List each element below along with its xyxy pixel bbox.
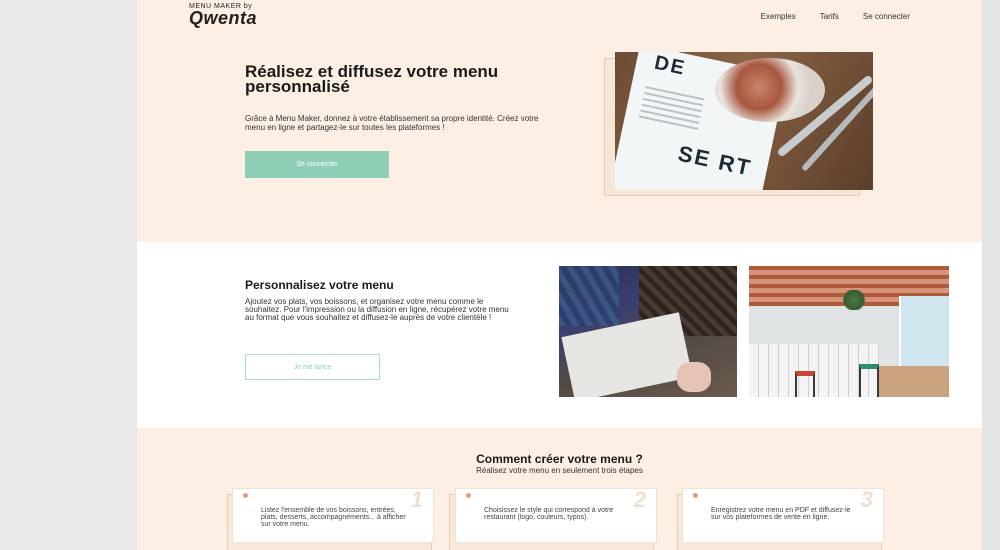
step-2-dot (466, 493, 471, 498)
step-card-3: 3 Enregistrez votre menu en PDF et diffu… (682, 487, 884, 543)
landing-page: MENU MAKER by Qwenta Exemples Tarifs Se … (137, 0, 982, 550)
steps-title: Comment créer votre menu ? (476, 452, 643, 466)
step-3-number: 3 (860, 487, 873, 512)
step-1-number: 1 (410, 487, 423, 512)
logo-wordmark: Qwenta (189, 8, 258, 28)
step-2-text: Choisissez le style qui correspond à vot… (484, 507, 614, 521)
main-nav: Exemples Tarifs Se connecter (761, 12, 910, 21)
photo-menu-word-bottom: SE RT (675, 140, 755, 181)
photo-menu-word-top: DE (652, 52, 689, 80)
hero-title: Réalisez et diffusez votre menu personna… (245, 62, 499, 96)
restaurant-interior-photo (749, 266, 949, 397)
nav-se-connecter[interactable]: Se connecter (863, 12, 910, 21)
step-3-dot (693, 493, 698, 498)
step-card-1: 1 Listez l'ensemble de vos boissons, ent… (232, 487, 434, 543)
step-2-number: 2 (633, 487, 646, 512)
left-gutter (0, 0, 137, 550)
nav-tarifs[interactable]: Tarifs (820, 12, 839, 21)
waiter-menu-photo (559, 266, 737, 397)
hero-description: Grâce à Menu Maker, donnez à votre établ… (245, 114, 539, 132)
nav-exemples[interactable]: Exemples (761, 12, 796, 21)
step-1-dot (243, 493, 248, 498)
get-started-button[interactable]: Je me lance (245, 354, 380, 380)
hero-dessert-photo: DE SE RT (615, 52, 873, 190)
steps-subtitle: Réalisez votre menu en seulement trois é… (476, 466, 643, 475)
step-1-text: Listez l'ensemble de vos boissons, entré… (261, 507, 406, 528)
customize-title: Personnalisez votre menu (245, 278, 394, 292)
step-3-text: Enregistrez votre menu en PDF et diffuse… (711, 507, 851, 521)
hero-login-button[interactable]: Se connecter (245, 151, 389, 178)
photo-bowl (715, 58, 825, 122)
step-card-2: 2 Choisissez le style qui correspond à v… (455, 487, 657, 543)
customize-description: Ajoutez vos plats, vos boissons, et orga… (245, 297, 509, 322)
right-scrollbar[interactable] (982, 0, 1000, 550)
logo[interactable]: MENU MAKER by Qwenta (189, 3, 258, 28)
